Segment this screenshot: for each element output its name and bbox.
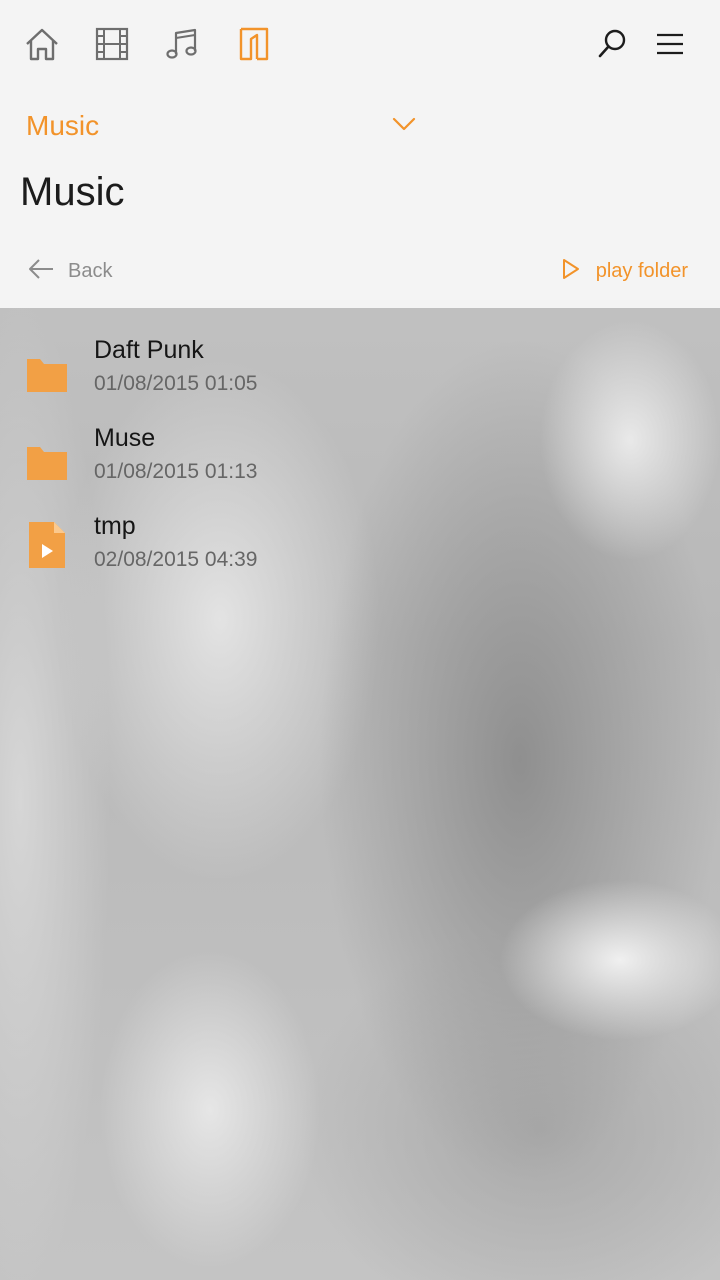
search-icon [596, 28, 628, 60]
nav-file-explorer[interactable] [234, 24, 274, 64]
film-icon [94, 27, 130, 61]
library-picker-label: Music [26, 110, 100, 141]
item-date: 01/08/2015 01:05 [94, 372, 258, 395]
list-item[interactable]: tmp 02/08/2015 04:39 [0, 506, 720, 594]
list-item[interactable]: Muse 01/08/2015 01:13 [0, 418, 720, 506]
item-name: Muse [94, 424, 156, 452]
music-note-icon [164, 27, 200, 61]
back-label: Back [68, 259, 113, 282]
search-button[interactable] [592, 24, 632, 64]
folder-icon [26, 344, 68, 394]
back-button[interactable]: Back [28, 254, 112, 288]
video-file-icon [26, 520, 68, 570]
item-date: 02/08/2015 04:39 [94, 548, 258, 571]
folder-icon [26, 432, 68, 482]
list-item[interactable]: Daft Punk 01/08/2015 01:05 [0, 330, 720, 418]
file-list: Daft Punk 01/08/2015 01:05 Muse 01/08/20… [0, 330, 720, 594]
menu-button[interactable] [650, 24, 690, 64]
item-name: tmp [94, 512, 136, 540]
nav-video[interactable] [92, 24, 132, 64]
hamburger-menu-icon [655, 32, 685, 56]
play-icon [562, 258, 580, 285]
arrow-left-icon [28, 258, 54, 284]
nav-home[interactable] [22, 24, 62, 64]
page-title: Music [20, 170, 125, 214]
play-folder-label: play folder [595, 259, 688, 282]
file-explorer-icon [237, 26, 271, 62]
header-panel: Music Music Back play folder [0, 0, 720, 308]
nav-music[interactable] [162, 24, 202, 64]
home-icon [24, 27, 60, 61]
chevron-down-icon [392, 116, 416, 137]
item-date: 01/08/2015 01:13 [94, 460, 258, 483]
library-picker[interactable]: Music [26, 108, 426, 148]
item-name: Daft Punk [94, 336, 204, 364]
play-folder-button[interactable]: play folder [562, 254, 688, 288]
